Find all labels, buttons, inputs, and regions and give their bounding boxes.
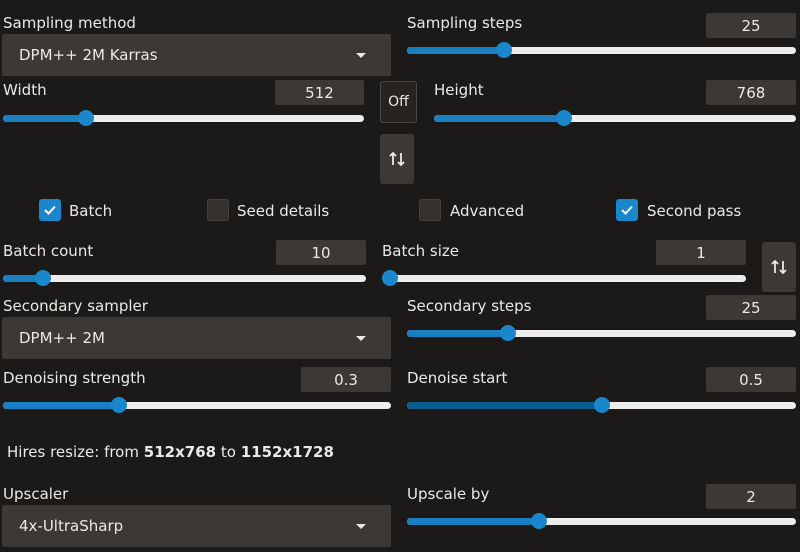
- sampling-steps-input[interactable]: 25: [706, 13, 796, 38]
- seed-details-checkbox[interactable]: [207, 199, 229, 221]
- batch-size-label: Batch size: [382, 242, 459, 260]
- batch-count-slider[interactable]: [3, 270, 366, 286]
- slider-thumb[interactable]: [78, 110, 95, 126]
- chevron-down-icon: [356, 53, 366, 58]
- check-icon: [621, 205, 633, 215]
- batch-size-slider[interactable]: [382, 270, 746, 286]
- secondary-steps-label: Secondary steps: [407, 297, 532, 315]
- swap-vertical-icon: [771, 259, 787, 275]
- slider-fill: [3, 402, 120, 409]
- width-slider[interactable]: [3, 110, 364, 126]
- batch-size-input[interactable]: 1: [656, 240, 746, 265]
- batch-label[interactable]: Batch: [69, 202, 112, 220]
- hires-prefix: Hires resize: from: [7, 443, 139, 461]
- height-input[interactable]: 768: [706, 80, 796, 105]
- upscaler-value: 4x-UltraSharp: [19, 517, 124, 535]
- slider-thumb[interactable]: [531, 513, 548, 529]
- upscaler-select[interactable]: 4x-UltraSharp: [2, 505, 391, 547]
- slider-thumb[interactable]: [593, 397, 610, 413]
- swap-batch-button[interactable]: [762, 242, 796, 292]
- secondary-steps-input[interactable]: 25: [706, 295, 796, 320]
- denoising-strength-slider[interactable]: [3, 397, 391, 413]
- batch-checkbox[interactable]: [39, 199, 61, 221]
- upscaler-label: Upscaler: [3, 485, 69, 503]
- batch-count-label: Batch count: [3, 242, 94, 260]
- hires-to: 1152x1728: [240, 443, 334, 461]
- denoise-start-slider[interactable]: [407, 397, 796, 413]
- sampling-method-label: Sampling method: [3, 14, 136, 32]
- check-icon: [44, 205, 56, 215]
- height-label: Height: [434, 81, 484, 99]
- slider-thumb[interactable]: [556, 110, 573, 126]
- advanced-label[interactable]: Advanced: [450, 202, 524, 220]
- upscale-by-input[interactable]: 2: [706, 484, 796, 509]
- slider-fill: [3, 115, 87, 122]
- second-pass-checkbox[interactable]: [616, 199, 638, 221]
- upscale-by-label: Upscale by: [407, 485, 490, 503]
- off-button[interactable]: Off: [380, 81, 417, 123]
- slider-fill: [407, 330, 509, 337]
- second-pass-label[interactable]: Second pass: [647, 202, 741, 220]
- hires-from: 512x768: [143, 443, 217, 461]
- slider-fill: [407, 518, 540, 525]
- chevron-down-icon: [356, 336, 366, 341]
- secondary-sampler-label: Secondary sampler: [3, 297, 148, 315]
- secondary-sampler-select[interactable]: DPM++ 2M: [2, 317, 391, 359]
- hires-to-word: to: [220, 443, 236, 461]
- advanced-checkbox[interactable]: [419, 199, 441, 221]
- width-label: Width: [3, 81, 47, 99]
- slider-thumb[interactable]: [496, 42, 513, 58]
- sampling-method-select[interactable]: DPM++ 2M Karras: [2, 34, 391, 76]
- height-slider[interactable]: [434, 110, 796, 126]
- sampling-method-value: DPM++ 2M Karras: [19, 46, 158, 64]
- slider-thumb[interactable]: [34, 270, 51, 286]
- seed-details-label[interactable]: Seed details: [237, 202, 329, 220]
- slider-thumb[interactable]: [111, 397, 128, 413]
- hires-resize-info: Hires resize: from 512x768 to 1152x1728: [7, 443, 334, 461]
- denoise-start-input[interactable]: 0.5: [706, 367, 796, 392]
- slider-fill: [434, 115, 565, 122]
- width-input[interactable]: 512: [275, 80, 364, 105]
- secondary-sampler-value: DPM++ 2M: [19, 329, 105, 347]
- denoise-start-label: Denoise start: [407, 369, 508, 387]
- slider-fill: [407, 402, 602, 409]
- slider-thumb[interactable]: [500, 325, 517, 341]
- sampling-steps-label: Sampling steps: [407, 14, 523, 32]
- upscale-by-slider[interactable]: [407, 513, 796, 529]
- sampling-steps-slider[interactable]: [407, 42, 796, 58]
- slider-fill: [407, 47, 505, 54]
- swap-vertical-icon: [389, 151, 405, 167]
- swap-dimensions-button[interactable]: [380, 134, 414, 184]
- slider-thumb[interactable]: [382, 270, 398, 286]
- batch-count-input[interactable]: 10: [276, 240, 366, 265]
- denoising-strength-input[interactable]: 0.3: [301, 367, 391, 392]
- slider-track: [3, 275, 366, 282]
- slider-track: [382, 275, 746, 282]
- secondary-steps-slider[interactable]: [407, 325, 796, 341]
- chevron-down-icon: [356, 524, 366, 529]
- denoising-strength-label: Denoising strength: [3, 369, 146, 387]
